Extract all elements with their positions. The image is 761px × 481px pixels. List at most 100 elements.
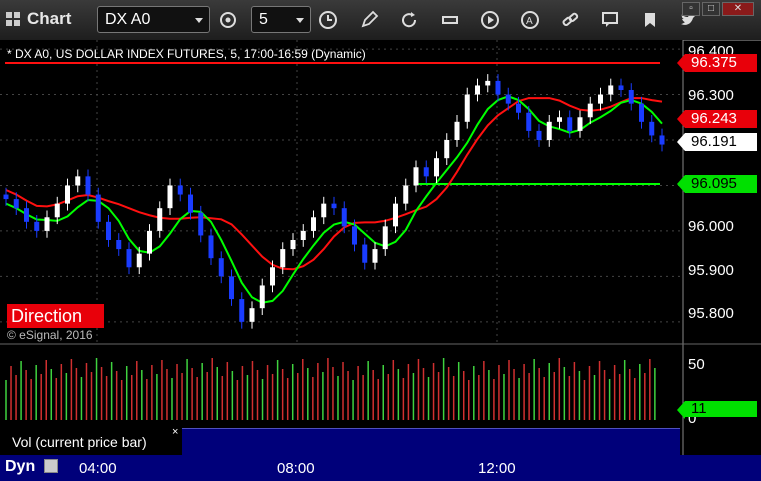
vol-y-tick: 50 bbox=[688, 356, 705, 373]
candle bbox=[24, 208, 29, 222]
candle bbox=[249, 308, 255, 322]
candle bbox=[44, 217, 50, 231]
symbol-select[interactable]: DX A0 bbox=[97, 6, 210, 33]
chevron-down-icon bbox=[195, 18, 203, 23]
refresh-icon[interactable] bbox=[397, 8, 421, 32]
candle bbox=[300, 230, 306, 240]
link-icon[interactable] bbox=[558, 8, 582, 32]
candle bbox=[229, 276, 234, 300]
x-tick: 12:00 bbox=[478, 460, 516, 477]
volume-legend-bar bbox=[182, 428, 680, 455]
green-ma-price-tag: 96.095 bbox=[677, 175, 757, 193]
candle bbox=[290, 240, 296, 250]
gear-icon[interactable] bbox=[216, 8, 240, 32]
quote-icon[interactable] bbox=[438, 8, 462, 32]
candle bbox=[608, 85, 614, 95]
candle bbox=[13, 199, 19, 209]
candle bbox=[372, 249, 378, 263]
candle bbox=[628, 90, 634, 104]
candle bbox=[659, 135, 665, 145]
restore-window-button[interactable]: ▫ bbox=[682, 2, 700, 16]
candle bbox=[259, 285, 265, 309]
candle bbox=[280, 249, 286, 268]
candle bbox=[505, 94, 511, 104]
candle bbox=[516, 103, 521, 113]
candle bbox=[321, 203, 327, 218]
bookmark-icon[interactable] bbox=[638, 8, 662, 32]
candle bbox=[495, 80, 501, 95]
y-tick: 96.000 bbox=[688, 218, 734, 235]
candle bbox=[423, 167, 429, 177]
candle bbox=[311, 217, 316, 231]
grid-icon[interactable] bbox=[6, 12, 20, 26]
price-chart[interactable] bbox=[0, 40, 761, 455]
candle bbox=[557, 117, 562, 122]
candle bbox=[444, 140, 450, 159]
x-tick: 08:00 bbox=[277, 460, 315, 477]
lock-icon[interactable] bbox=[44, 459, 58, 473]
last-price-tag: 96.191 bbox=[677, 133, 757, 151]
pencil-icon[interactable] bbox=[357, 8, 381, 32]
candle bbox=[434, 158, 439, 177]
candle bbox=[526, 112, 532, 131]
candle bbox=[136, 253, 142, 268]
alert-icon[interactable]: A bbox=[518, 8, 542, 32]
candle bbox=[157, 208, 163, 231]
candle bbox=[567, 117, 573, 131]
candle bbox=[106, 221, 111, 240]
upper-band-price-tag: 96.375 bbox=[677, 54, 757, 72]
candle bbox=[126, 249, 132, 268]
candle bbox=[341, 208, 347, 227]
y-tick: 95.800 bbox=[688, 305, 734, 322]
candle bbox=[382, 226, 388, 250]
close-window-button[interactable]: ✕ bbox=[722, 2, 754, 16]
volume-bars bbox=[5, 358, 656, 420]
close-icon[interactable]: × bbox=[172, 426, 178, 438]
candle bbox=[362, 244, 368, 263]
candle bbox=[167, 185, 173, 209]
candle bbox=[208, 235, 214, 259]
candle bbox=[413, 167, 419, 186]
candle bbox=[352, 226, 357, 245]
symbol-value: DX A0 bbox=[105, 11, 151, 28]
volume-value-tag: 11 bbox=[677, 401, 757, 419]
candle bbox=[546, 121, 552, 140]
candle bbox=[454, 121, 460, 140]
candle bbox=[331, 203, 337, 209]
y-tick: 95.900 bbox=[688, 262, 734, 279]
svg-text:A: A bbox=[526, 16, 533, 27]
comment-icon[interactable] bbox=[598, 8, 622, 32]
candle bbox=[147, 230, 152, 254]
play-icon[interactable] bbox=[478, 8, 502, 32]
interval-select[interactable]: 5 bbox=[251, 6, 311, 33]
candle bbox=[218, 258, 224, 277]
x-tick: 04:00 bbox=[79, 460, 117, 477]
candle bbox=[587, 103, 593, 118]
candle bbox=[177, 185, 183, 195]
candle bbox=[393, 203, 398, 227]
y-tick: 96.300 bbox=[688, 87, 734, 104]
copyright: © eSignal, 2016 bbox=[7, 328, 93, 342]
candle bbox=[639, 103, 644, 122]
clock-icon[interactable] bbox=[316, 8, 340, 32]
volume-label: Vol (current price bar) bbox=[12, 434, 147, 450]
app-title: Chart bbox=[27, 9, 72, 28]
candle bbox=[239, 299, 245, 322]
chart-header: * DX A0, US DOLLAR INDEX FUTURES, 5, 17:… bbox=[7, 47, 366, 61]
candle bbox=[475, 85, 480, 95]
candle bbox=[649, 121, 655, 136]
candle bbox=[403, 185, 409, 204]
candle bbox=[116, 240, 122, 250]
candle bbox=[75, 176, 81, 186]
red-ma-price-tag: 96.243 bbox=[677, 110, 757, 128]
dynamic-mode-label[interactable]: Dyn bbox=[5, 458, 35, 476]
candle bbox=[188, 194, 193, 213]
candle bbox=[198, 212, 204, 236]
candle bbox=[95, 194, 101, 222]
candle bbox=[34, 221, 40, 231]
candle bbox=[598, 94, 603, 104]
interval-value: 5 bbox=[259, 11, 268, 28]
direction-badge[interactable]: Direction bbox=[7, 304, 104, 328]
candle bbox=[577, 117, 583, 131]
maximize-window-button[interactable]: □ bbox=[702, 2, 720, 16]
